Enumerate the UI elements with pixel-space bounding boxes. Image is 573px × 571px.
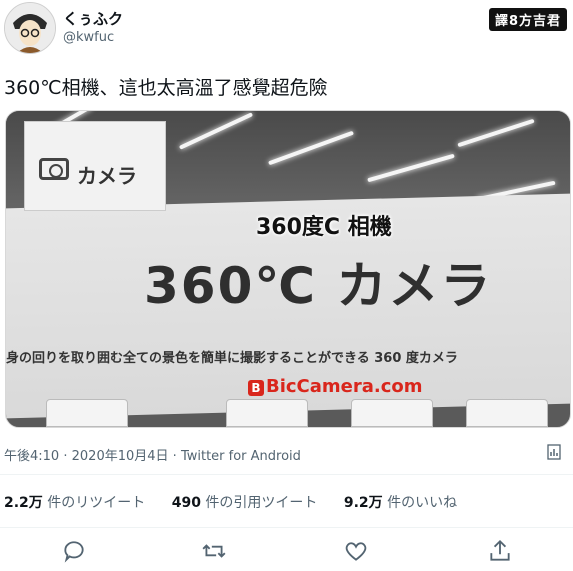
likes-count: 9.2万 — [343, 495, 383, 511]
likes-stat[interactable]: 9.2万 件のいいね — [344, 495, 457, 511]
meta-separator: · — [63, 449, 68, 464]
analytics-icon[interactable] — [547, 444, 561, 460]
display-name[interactable]: くぅふク — [63, 8, 123, 29]
share-icon[interactable] — [487, 538, 513, 564]
engagement-stats: 2.2万 件のリツイート 490 件の引用ツイート 9.2万 件のいいね — [4, 492, 479, 512]
divider — [0, 474, 573, 475]
banner-subtext: 身の回りを取り囲む全ての景色を簡単に撮影することができる 360 度カメラ — [6, 351, 458, 366]
quotes-label: 件の引用ツイート — [205, 495, 318, 511]
camera-section-sign: カメラ — [24, 121, 166, 211]
quotes-stat[interactable]: 490 件の引用ツイート — [172, 495, 318, 511]
display-device — [226, 399, 308, 427]
avatar-illustration — [5, 3, 55, 53]
banner-main-text: 360℃ カメラ — [144, 257, 493, 315]
like-icon[interactable] — [343, 538, 369, 564]
camera-sign-text: カメラ — [77, 164, 137, 188]
likes-label: 件のいいね — [387, 495, 458, 511]
tweet-time[interactable]: 午後4:10 — [4, 449, 59, 464]
logo-text: BicCamera.com — [266, 376, 423, 397]
retweets-stat[interactable]: 2.2万 件のリツイート — [4, 495, 145, 511]
display-device — [46, 399, 128, 427]
tweet-source[interactable]: Twitter for Android — [181, 449, 301, 464]
display-device — [351, 399, 433, 427]
retweets-label: 件のリツイート — [47, 495, 146, 511]
quotes-count: 490 — [171, 495, 201, 511]
retweets-count: 2.2万 — [4, 495, 43, 511]
reply-icon[interactable] — [61, 538, 87, 564]
logo-mark: B — [248, 380, 264, 396]
retweet-icon[interactable] — [201, 538, 227, 564]
tweet-header: くぅふク @kwfuc 譯8方吉君 — [0, 0, 573, 64]
tweet-text: 360℃相機、這也太高溫了感覺超危險 — [4, 77, 328, 99]
tweet-date[interactable]: 2020年10月4日 — [72, 449, 169, 464]
avatar[interactable] — [4, 2, 56, 54]
user-handle[interactable]: @kwfuc — [63, 30, 114, 45]
display-device — [466, 399, 548, 427]
translation-overlay-caption: 360度C 相機 — [256, 215, 392, 240]
tweet-actions — [0, 538, 573, 568]
tweet-meta: 午後4:10 · 2020年10月4日 · Twitter for Androi… — [4, 445, 301, 464]
tweet-photo[interactable]: カメラ 360℃ カメラ 360度C 相機 身の回りを取り囲む全ての景色を簡単に… — [5, 110, 571, 428]
camera-icon — [39, 158, 69, 180]
biccamera-logo: B BicCamera.com — [248, 376, 423, 397]
meta-separator: · — [172, 449, 177, 464]
divider — [0, 527, 573, 528]
translator-badge: 譯8方吉君 — [488, 8, 567, 31]
